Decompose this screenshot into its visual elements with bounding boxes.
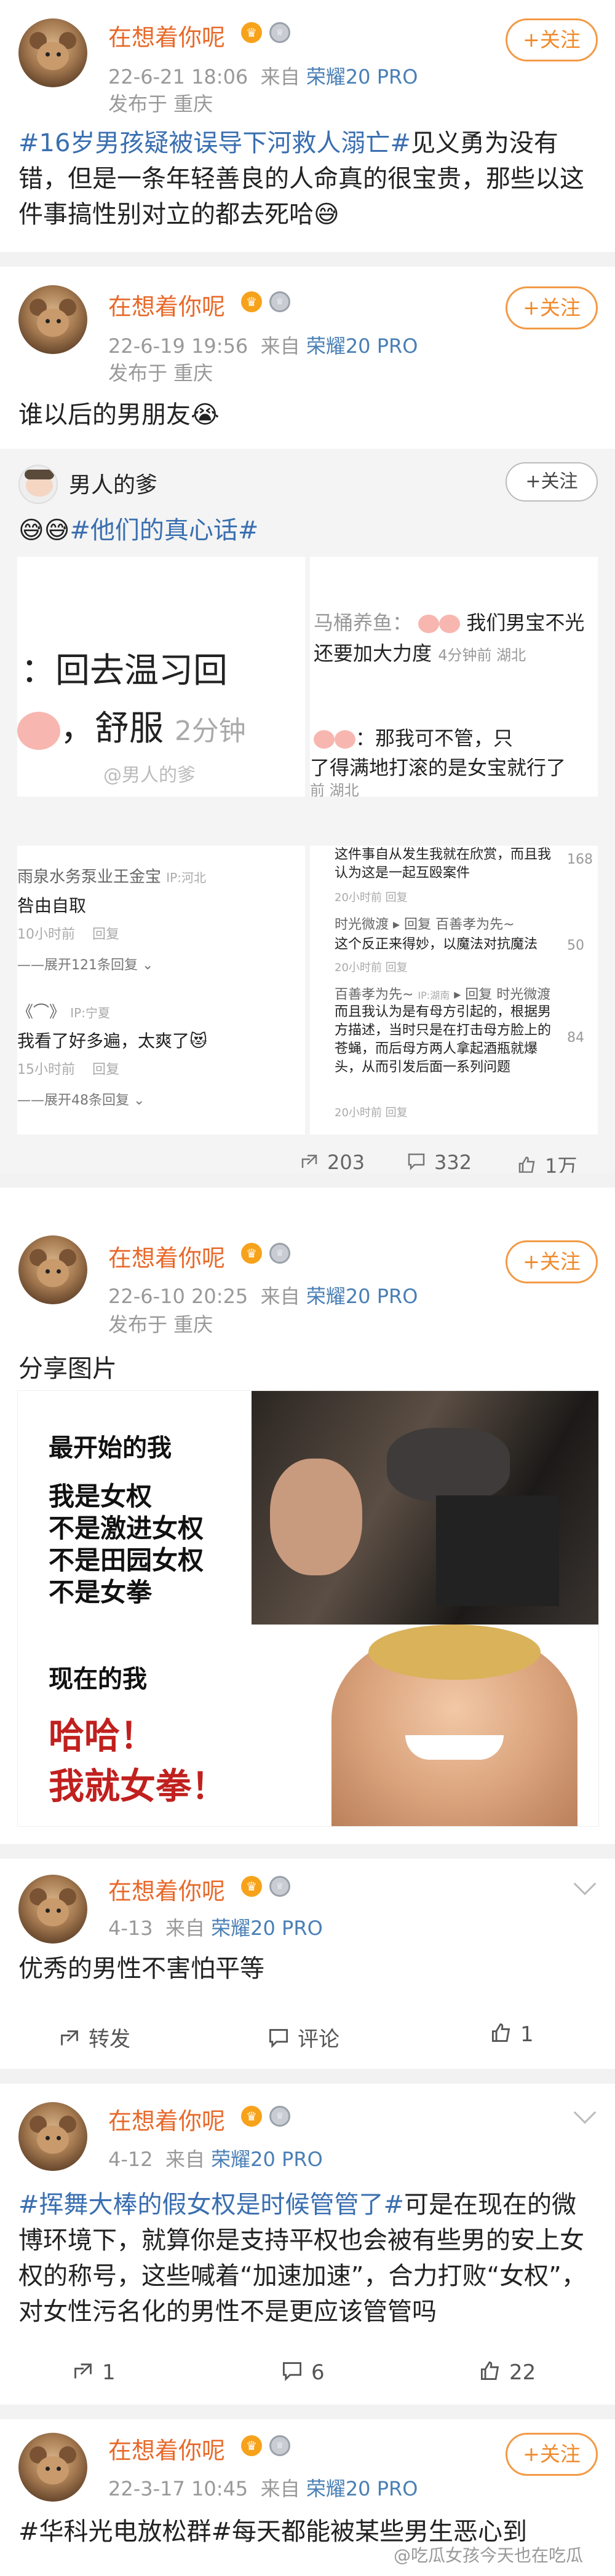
share-icon [73,2360,93,2387]
username[interactable]: 在想着你呢 [108,2432,225,2465]
post-meta: 22-3-17 10:45 来自 荣耀20 PRO [108,2477,418,2500]
avatar[interactable] [18,18,87,87]
repost-body: 😅😅#他们的真心话# [18,516,259,545]
thumbs-up-icon [480,2360,501,2387]
username[interactable]: 在想着你呢 [108,2102,225,2136]
medal-badge-icon: ♕ [269,22,290,43]
follow-button[interactable]: +关注 [506,1240,598,1283]
hashtag-link[interactable]: #他们的真心话# [69,516,258,545]
thumbs-up-icon [491,2022,512,2049]
meme-photo-bottom [331,1625,577,1826]
avatar[interactable] [18,1875,87,1944]
comment-button[interactable]: 6 [282,2360,325,2387]
repost-username[interactable]: 男人的爹 [69,467,157,499]
post-location: 发布于 重庆 [108,1313,213,1336]
device-link[interactable]: 荣耀20 PRO [306,334,418,358]
medal-badge-icon: ♕ [269,1876,290,1897]
repost-avatar[interactable] [18,465,58,504]
chevron-down-icon[interactable] [573,1872,597,1896]
device-link[interactable]: 荣耀20 PRO [306,1285,418,1308]
avatar[interactable] [18,2102,87,2171]
crown-badge-icon: ♛ [241,2106,262,2127]
post-body: 优秀的男性不害怕平等 [18,1955,264,1983]
repost-image-3[interactable]: 雨泉水务泵业王金宝 IP:河北 咎由自取 10小时前 回复 ——展开121条回复… [17,846,305,1135]
repost-comment-count[interactable]: 332 [407,1151,472,1175]
crown-badge-icon: ♛ [241,2435,262,2456]
device-link[interactable]: 荣耀20 PRO [306,65,418,89]
username[interactable]: 在想着你呢 [108,18,225,52]
divider [0,2069,615,2084]
meme-image[interactable]: 最开始的我 我是女权 不是激进女权 不是田园女权 不是女拳 现在的我 哈哈！ 我… [17,1390,599,1827]
chevron-down-icon[interactable] [573,2101,597,2124]
device-link[interactable]: 荣耀20 PRO [211,2148,323,2171]
divider [0,1173,615,1188]
watermark: @吃瓜女孩今天也在吃瓜 [394,2545,584,2566]
hashtag-link[interactable]: #挥舞大棒的假女权是时候管管了# [18,2191,404,2219]
avatar[interactable] [18,1235,87,1304]
post-meta: 22-6-10 20:25 来自 荣耀20 PRO [108,1285,418,1308]
avatar[interactable] [18,2433,87,2502]
crown-badge-icon: ♛ [241,22,262,43]
divider [0,252,615,267]
post-location: 发布于 重庆 [108,92,213,116]
divider [0,1844,615,1859]
follow-button[interactable]: +关注 [506,462,598,502]
username[interactable]: 在想着你呢 [108,1239,225,1273]
post-meta: 4-12 来自 荣耀20 PRO [108,2148,323,2171]
repost-image-2[interactable]: 马桶养鱼： 我们男宝不光 还要加大力度 4分钟前 湖北 ：那我可不管，只 了得满… [310,557,598,797]
repost-button[interactable]: 转发 [59,2022,130,2054]
post-meta: 4-13 来自 荣耀20 PRO [108,1916,323,1940]
comment-icon [407,1152,426,1175]
post-location: 发布于 重庆 [108,361,213,385]
medal-badge-icon: ♕ [269,2106,290,2127]
like-button[interactable]: 1 [491,2022,534,2049]
device-link[interactable]: 荣耀20 PRO [306,2477,418,2500]
avatar[interactable] [18,285,87,354]
comment-icon [268,2027,289,2054]
username[interactable]: 在想着你呢 [108,1872,225,1906]
comment-button[interactable]: 评论 [268,2022,339,2054]
crown-badge-icon: ♛ [241,291,262,312]
medal-badge-icon: ♕ [269,2435,290,2456]
follow-button[interactable]: +关注 [506,286,598,329]
follow-button[interactable]: +关注 [506,2433,598,2476]
repost-share-count[interactable]: 203 [300,1151,365,1175]
post-meta: 22-6-21 18:06 来自 荣耀20 PRO [108,65,418,89]
post-body: #挥舞大棒的假女权是时候管管了#可是在现在的微博环境下，就算你是支持平权也会被有… [18,2191,586,2326]
medal-badge-icon: ♕ [269,291,290,312]
share-icon [59,2027,80,2054]
meme-photo-top [252,1391,598,1625]
hashtag-link[interactable]: #16岁男孩疑被误导下河救人溺亡# [18,129,411,157]
follow-button[interactable]: +关注 [506,18,598,61]
device-link[interactable]: 荣耀20 PRO [211,1916,323,1940]
repost-image-1[interactable]: ：回去温习回 ，舒服 2分钟 @男人的爹 [17,557,305,797]
repost-image-4[interactable]: 这件事自从发生我就在欣赏，而且我认为这是一起互殴案件 168 20小时前 回复 … [310,846,598,1135]
medal-badge-icon: ♕ [269,1243,290,1264]
post-body: #16岁男孩疑被误导下河救人溺亡#见义勇为没有错，但是一条年轻善良的人命真的很宝… [18,129,584,229]
divider [0,2405,615,2419]
crown-badge-icon: ♛ [241,1243,262,1264]
post-body: 分享图片 [18,1355,117,1383]
meme-top-lines: 我是女权 不是激进女权 不是田园女权 不是女拳 [49,1481,204,1607]
comment-icon [282,2360,303,2387]
crown-badge-icon: ♛ [241,1876,262,1897]
repost-button[interactable]: 1 [73,2360,116,2387]
share-icon [300,1152,319,1175]
post-meta: 22-6-19 19:56 来自 荣耀20 PRO [108,334,418,358]
username[interactable]: 在想着你呢 [108,288,225,321]
post-body: 谁以后的男朋友😭 [18,401,220,429]
like-button[interactable]: 22 [480,2360,536,2387]
